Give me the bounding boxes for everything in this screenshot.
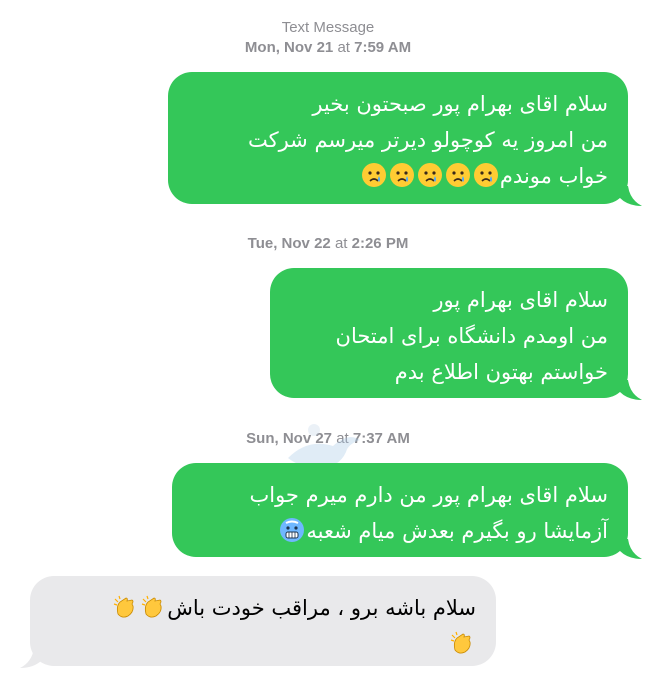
message-thread: Text Message Mon, Nov 21 at 7:59 AM سلام… (0, 0, 656, 680)
message-bubble-outgoing[interactable]: سلام اقای بهرام پور من دارم میرم جواب آز… (172, 463, 628, 557)
crying-face-icon (389, 163, 414, 187)
timestamp-day: Tue, Nov 22 (247, 235, 331, 252)
message-line: خواستم بهتون اطلاع بدم (394, 360, 608, 384)
message-line-with-emoji: سلام باشه برو ، مراقب خودت باش (50, 590, 476, 626)
service-label: Text Message (0, 18, 656, 37)
message-text: سلام باشه برو ، مراقب خودت باش (167, 596, 476, 620)
cold-face-icon (280, 518, 305, 542)
message-bubble-outgoing[interactable]: سلام اقای بهرام پور من اومدم دانشگاه برا… (270, 268, 628, 398)
crying-face-icon (361, 163, 386, 187)
crying-face-icon (417, 163, 442, 187)
message-line-emoji (50, 626, 476, 662)
clapping-hands-icon (142, 595, 162, 618)
crying-face-icon (473, 163, 498, 187)
message-line-with-emoji: آزمایشا رو بگیرم بعدش میام شعبه (192, 513, 608, 549)
timestamp-time: 7:59 AM (354, 39, 412, 56)
crying-face-icon (445, 163, 470, 187)
timestamp-time: 2:26 PM (351, 235, 409, 252)
message-text: خواب موندم (499, 164, 608, 188)
emoji-group (360, 163, 500, 188)
bubble-tail-incoming (20, 648, 42, 668)
bubble-tail-outgoing (620, 539, 642, 559)
message-line: من امروز یه کوچولو دیرتر میرسم شرکت (247, 128, 608, 152)
timestamp-at: at (337, 39, 350, 56)
bubble-tail-outgoing (620, 186, 642, 206)
timestamp-day: Mon, Nov 21 (244, 39, 334, 56)
timestamp-2: Tue, Nov 22 at 2:26 PM (0, 234, 656, 253)
bubble-tail-outgoing (620, 380, 642, 400)
message-line-with-emoji: خواب موندم (188, 158, 608, 194)
message-bubble-outgoing[interactable]: سلام اقای بهرام پور صبحتون بخیر من امروز… (168, 72, 628, 204)
message-bubble-incoming[interactable]: سلام باشه برو ، مراقب خودت باش (30, 576, 496, 666)
clapping-hands-icon (114, 595, 134, 618)
timestamp-1: Mon, Nov 21 at 7:59 AM (0, 38, 656, 57)
message-line: سلام اقای بهرام پور صبحتون بخیر (312, 92, 608, 116)
message-line: من اومدم دانشگاه برای امتحان (335, 324, 608, 348)
service-name: Text Message (281, 19, 375, 36)
timestamp-at: at (334, 235, 348, 252)
message-text: آزمایشا رو بگیرم بعدش میام شعبه (306, 519, 608, 543)
clapping-hands-icon (450, 631, 471, 654)
message-line: سلام اقای بهرام پور من دارم میرم جواب (249, 483, 608, 507)
message-line: سلام اقای بهرام پور (433, 288, 608, 312)
